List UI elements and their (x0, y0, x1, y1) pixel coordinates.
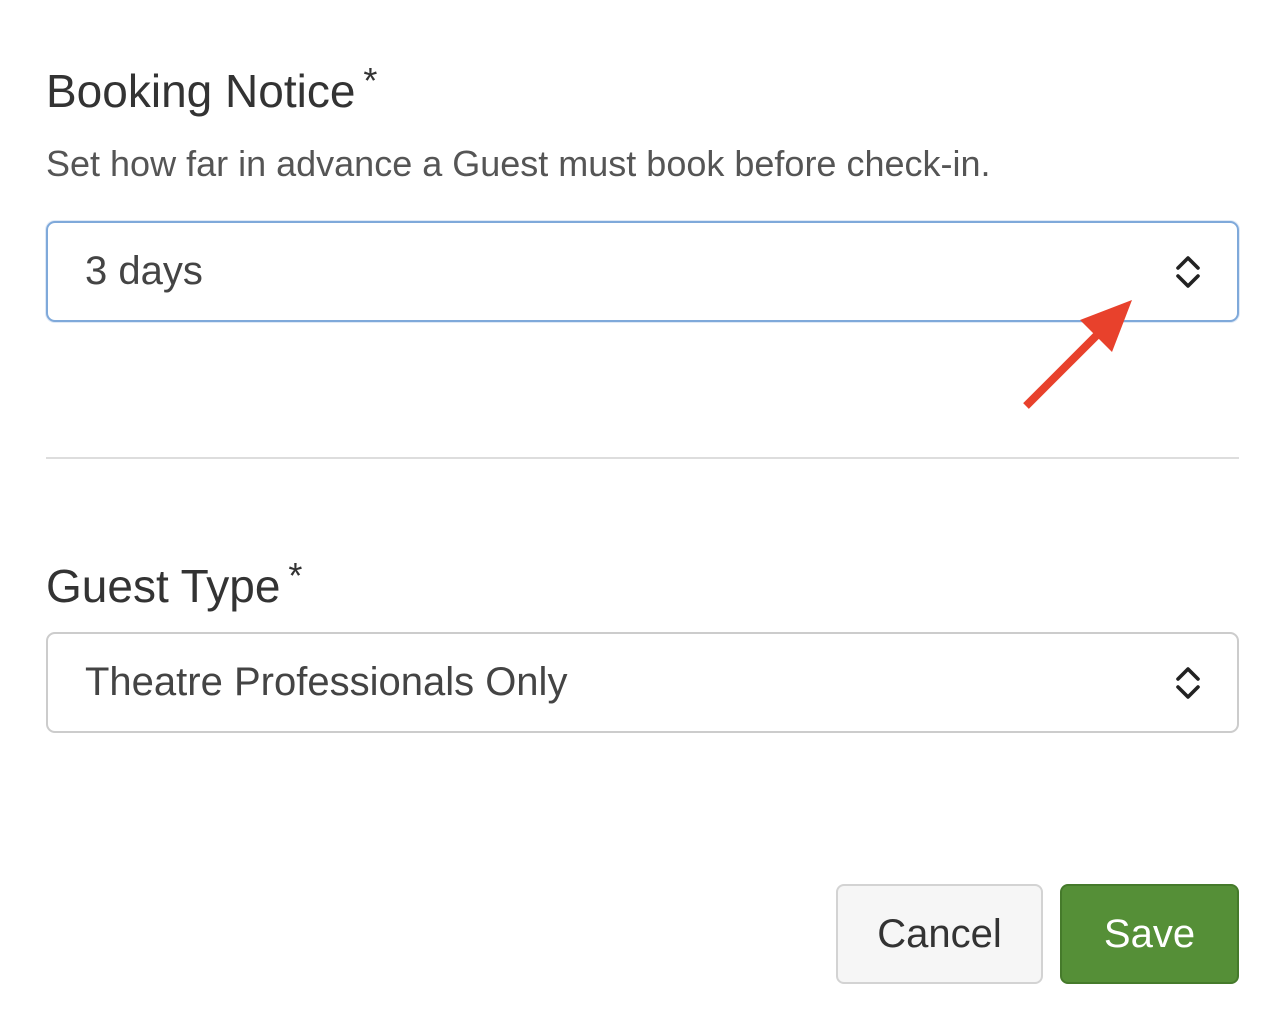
booking-settings-form: Booking Notice * Set how far in advance a… (46, 0, 1239, 1028)
booking-notice-help-text: Set how far in advance a Guest must book… (46, 143, 991, 184)
required-asterisk: * (363, 60, 378, 101)
guest-type-selected-value: Theatre Professionals Only (85, 660, 568, 704)
section-divider (46, 457, 1239, 459)
guest-type-select[interactable]: Theatre Professionals Only (46, 632, 1239, 733)
save-button[interactable]: Save (1060, 884, 1239, 984)
guest-type-label: Guest Type * (46, 558, 302, 612)
guest-type-label-text: Guest Type (46, 560, 281, 612)
booking-notice-select[interactable]: 3 days (46, 221, 1239, 322)
booking-notice-selected-value: 3 days (85, 249, 203, 293)
booking-notice-label-text: Booking Notice (46, 65, 356, 117)
chevron-up-down-icon (1176, 255, 1200, 288)
chevron-up-down-icon (1176, 666, 1200, 699)
booking-notice-label: Booking Notice * (46, 63, 377, 117)
cancel-button[interactable]: Cancel (836, 884, 1043, 984)
required-asterisk: * (288, 555, 303, 596)
